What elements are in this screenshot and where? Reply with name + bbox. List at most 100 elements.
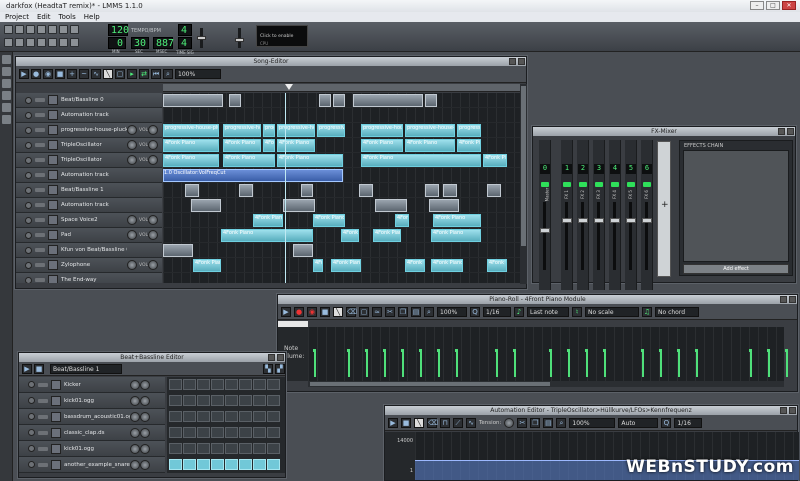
track-mute-toggle[interactable] — [25, 261, 32, 269]
pattern-clip[interactable]: 4Fonk Piano — [373, 229, 401, 242]
step-button[interactable] — [197, 411, 210, 422]
playhead-marker[interactable] — [285, 84, 293, 90]
pattern-clip[interactable]: 4Fonk Piano — [313, 214, 345, 227]
export-tracks-icon[interactable] — [70, 25, 79, 34]
bb-track-solo-toggle[interactable] — [38, 414, 48, 419]
pattern-clip[interactable]: progressive-house-pluck — [317, 124, 345, 137]
timesig-denominator[interactable]: 4 — [178, 37, 192, 49]
step-button[interactable] — [183, 443, 196, 454]
track-lane[interactable]: progressive-house-pluck progressive-house… — [163, 123, 520, 138]
step-button[interactable] — [239, 459, 252, 470]
step-button[interactable] — [267, 443, 280, 454]
fx-mixer-maximize-icon[interactable] — [778, 128, 785, 135]
note-velocity-bar[interactable] — [347, 349, 350, 377]
auto-erase-icon[interactable]: ⌫ — [427, 417, 438, 428]
bb-track-pan-knob[interactable] — [140, 379, 150, 390]
auto-cut-icon[interactable]: ✂ — [517, 417, 528, 428]
step-button[interactable] — [225, 395, 238, 406]
song-editor-icon[interactable] — [4, 38, 13, 47]
add-sample-track-icon[interactable]: ~ — [79, 69, 89, 79]
menu-tools[interactable]: Tools — [59, 13, 76, 21]
bb-track-pan-knob[interactable] — [140, 411, 150, 422]
track-lane[interactable] — [163, 93, 520, 108]
track-volume-knob[interactable] — [127, 260, 137, 270]
add-effect-button[interactable]: Add effect — [683, 264, 789, 274]
track-solo-toggle[interactable] — [35, 158, 45, 162]
pattern-clip[interactable] — [229, 94, 241, 107]
play-stop-behaviour-icon[interactable]: ⏮ — [151, 69, 161, 79]
piano-draw-icon[interactable]: ╲ — [333, 306, 343, 317]
piano-zoom-select[interactable]: 100% — [437, 306, 467, 317]
mixer-fader-handle[interactable] — [578, 218, 588, 223]
step-button[interactable] — [211, 395, 224, 406]
mixer-channel[interactable]: 6 FX 6 — [641, 140, 653, 290]
bb-stop-icon[interactable]: ■ — [34, 363, 44, 374]
pattern-clip[interactable]: progressive-house-pluck — [457, 124, 481, 137]
piano-select-icon[interactable]: ▢ — [359, 306, 369, 317]
mixer-channel-mute-led[interactable] — [563, 182, 571, 187]
track-header[interactable]: TripleOscillator VOL — [16, 153, 162, 168]
pattern-clip[interactable]: progressive-house-pluck — [223, 124, 261, 137]
pattern-clip[interactable]: 4Fonk Piano — [253, 214, 283, 227]
track-header[interactable]: Beat/Bassline 1 — [16, 183, 162, 198]
step-button[interactable] — [169, 459, 182, 470]
bb-add-steps-icon[interactable]: ▚ — [263, 363, 273, 374]
step-button[interactable] — [225, 443, 238, 454]
bb-track-volume-knob[interactable] — [130, 459, 140, 470]
piano-cut-icon[interactable]: ✂ — [385, 306, 395, 317]
step-button[interactable] — [183, 395, 196, 406]
mixer-channel-mute-led[interactable] — [541, 182, 549, 187]
pattern-clip[interactable]: 4Fonk Piano — [361, 139, 403, 152]
track-solo-toggle[interactable] — [35, 233, 45, 237]
pattern-clip[interactable]: 4Fonk Piano — [433, 214, 481, 227]
piano-roll-close-icon[interactable] — [789, 296, 796, 303]
pattern-clip[interactable]: 4Fonk Piano — [457, 139, 481, 152]
step-button[interactable] — [267, 395, 280, 406]
piano-roll-maximize-icon[interactable] — [780, 296, 787, 303]
menu-help[interactable]: Help — [84, 13, 100, 21]
fx-mixer-icon[interactable] — [48, 38, 57, 47]
note-velocity-bar[interactable] — [455, 349, 458, 377]
track-mute-toggle[interactable] — [25, 201, 32, 209]
piano-quantize-select[interactable]: 1/16 — [483, 306, 511, 317]
pattern-clip[interactable] — [425, 184, 439, 197]
record-icon[interactable]: ● — [31, 69, 41, 79]
bb-track-solo-toggle[interactable] — [38, 398, 48, 403]
mixer-channel[interactable]: 4 FX 4 — [609, 140, 621, 290]
step-button[interactable] — [183, 379, 196, 390]
mixer-fader-track[interactable] — [565, 202, 568, 270]
pattern-clip[interactable]: 4Fonk Piano — [395, 214, 409, 227]
note-velocity-bar[interactable] — [785, 349, 788, 377]
track-mute-toggle[interactable] — [25, 156, 32, 164]
track-mute-toggle[interactable] — [25, 231, 32, 239]
track-mute-toggle[interactable] — [25, 216, 32, 224]
chord-select[interactable]: No chord — [655, 306, 699, 317]
pattern-clip[interactable]: 4Fonk Piano — [277, 139, 315, 152]
step-button[interactable] — [169, 411, 182, 422]
track-header[interactable]: Automation track — [16, 198, 162, 213]
pattern-clip[interactable] — [163, 94, 223, 107]
track-pan-knob[interactable] — [148, 140, 159, 150]
bb-track-header[interactable]: Kicker — [19, 377, 165, 393]
step-button[interactable] — [169, 379, 182, 390]
note-velocity-bar[interactable] — [495, 349, 498, 377]
auto-draw-icon[interactable]: ╲ — [414, 417, 424, 428]
mixer-fader-track[interactable] — [629, 202, 632, 270]
piano-record-accompany-icon[interactable]: ◉ — [307, 306, 317, 317]
track-header[interactable]: Space Voice2 VOL — [16, 213, 162, 228]
automation-editor-icon[interactable] — [37, 38, 46, 47]
mixer-channel-mute-led[interactable] — [579, 182, 587, 187]
track-lane[interactable]: 4Fonk Piano4Fonk Piano4Fonk Piano4Fonk P… — [163, 258, 520, 273]
track-lane[interactable]: 4Fonk Piano 4Fonk Piano 4Fonk Piano 4Fonk P… — [163, 138, 520, 153]
track-volume-knob[interactable] — [127, 215, 137, 225]
pattern-clip[interactable]: 4Fonk Piano — [223, 139, 261, 152]
step-button[interactable] — [225, 459, 238, 470]
minimize-button[interactable]: – — [750, 1, 764, 10]
pattern-clip[interactable]: 4Fonk Piano — [331, 259, 361, 272]
piano-roll-icon[interactable] — [26, 38, 35, 47]
piano-stop-icon[interactable]: ■ — [320, 306, 330, 317]
track-lane[interactable] — [163, 243, 520, 258]
effects-chain-list[interactable] — [683, 150, 789, 262]
bb-track-solo-toggle[interactable] — [38, 430, 48, 435]
track-lane[interactable]: 4Fonk Piano 4Fonk Piano 4Fonk Piano 4Fonk P… — [163, 213, 520, 228]
